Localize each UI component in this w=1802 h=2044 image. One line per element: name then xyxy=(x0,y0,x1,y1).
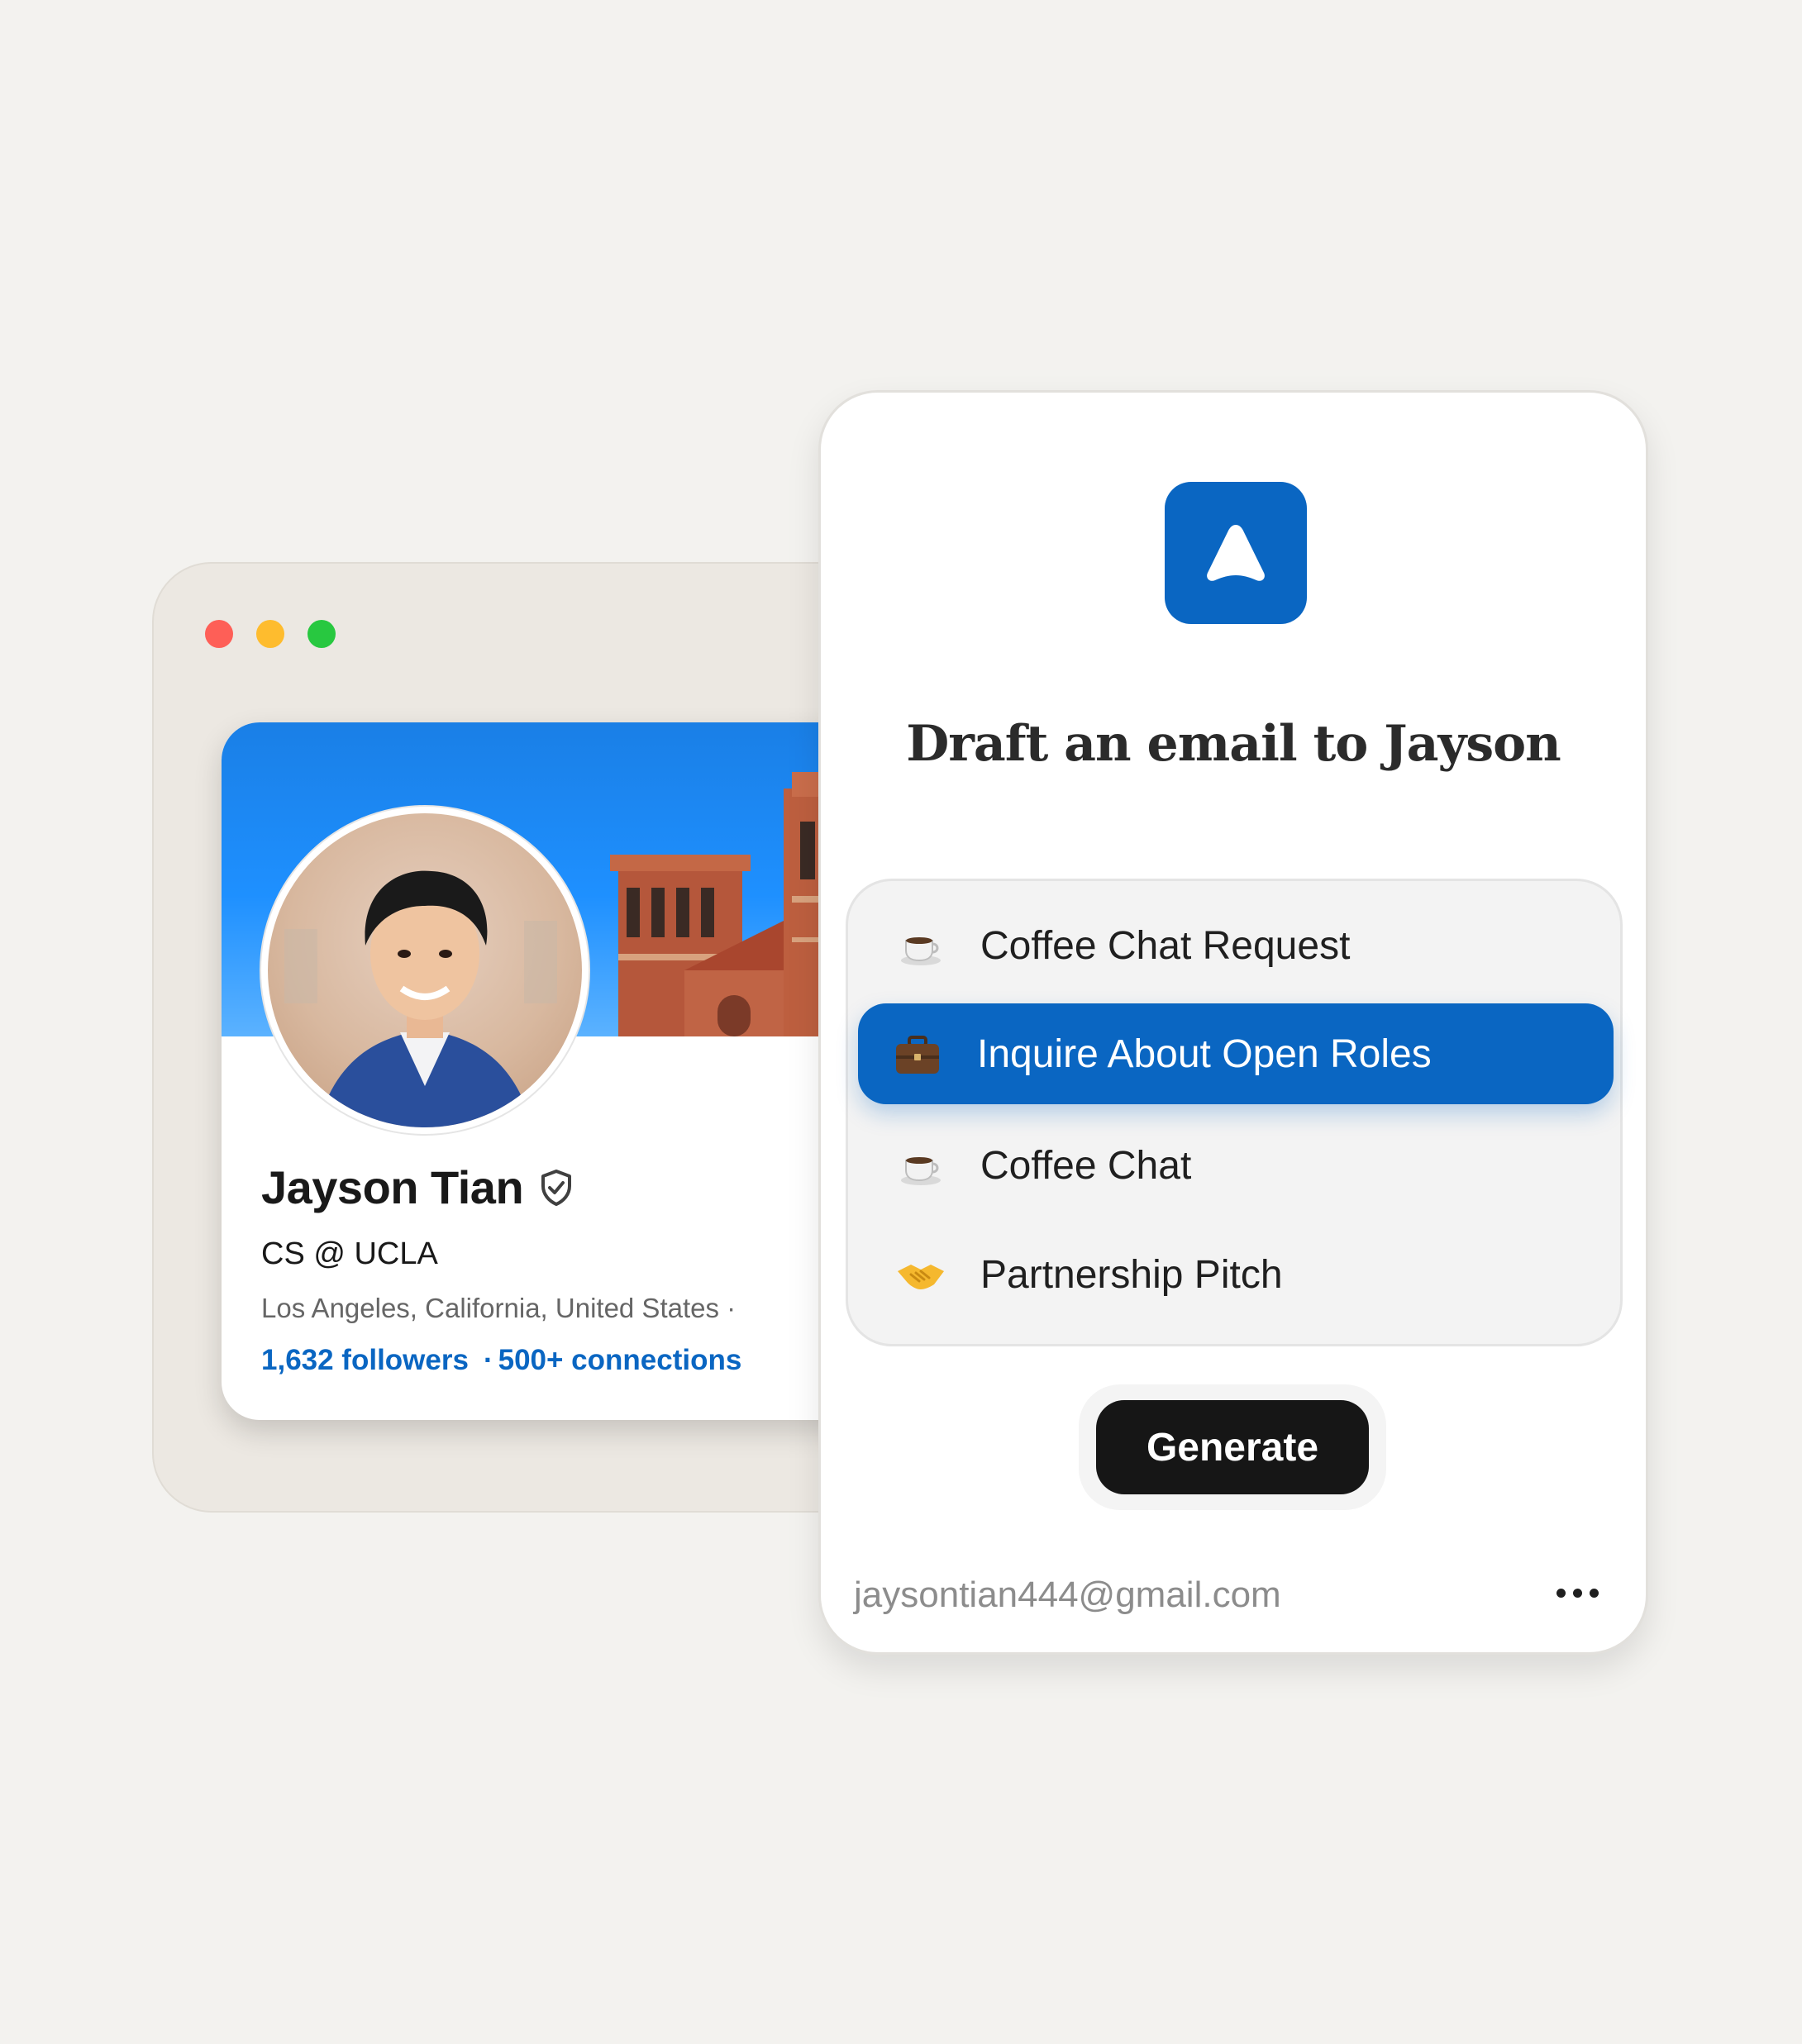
template-option-inquire-open-roles[interactable]: Inquire About Open Roles xyxy=(858,1003,1614,1104)
minimize-window-button[interactable] xyxy=(256,620,284,648)
maximize-window-button[interactable] xyxy=(307,620,336,648)
ellipsis-icon[interactable] xyxy=(1548,1576,1606,1609)
profile-name: Jayson Tian xyxy=(261,1161,524,1213)
template-label: Partnership Pitch xyxy=(980,1252,1283,1297)
connections-link[interactable]: 500+ connections xyxy=(498,1344,742,1377)
briefcase-icon xyxy=(893,1029,942,1079)
coffee-icon xyxy=(896,921,946,970)
close-window-button[interactable] xyxy=(205,620,233,648)
template-label: Coffee Chat Request xyxy=(980,923,1351,968)
profile-headline: CS @ UCLA xyxy=(261,1236,438,1271)
email-draft-popup: Draft an email to Jayson Coffee Chat Req… xyxy=(818,390,1648,1655)
template-label: Coffee Chat xyxy=(980,1143,1192,1188)
stats-separator: · xyxy=(483,1344,493,1376)
followers-link[interactable]: 1,632 followers xyxy=(261,1344,469,1377)
handshake-icon xyxy=(896,1250,946,1299)
shield-check-icon xyxy=(536,1168,576,1208)
popup-title: Draft an email to Jayson xyxy=(906,715,1561,773)
template-option-coffee-chat[interactable]: Coffee Chat xyxy=(848,1116,1620,1215)
template-option-partnership-pitch[interactable]: Partnership Pitch xyxy=(848,1225,1620,1324)
generate-button[interactable]: Generate xyxy=(1096,1400,1369,1494)
generate-button-container: Generate xyxy=(1079,1384,1386,1510)
coffee-icon xyxy=(896,1141,946,1190)
profile-avatar[interactable] xyxy=(261,807,589,1134)
triangle-arrow-icon xyxy=(1165,482,1307,624)
profile-stats: 1,632 followers · 500+ connections xyxy=(261,1344,741,1377)
profile-location: Los Angeles, California, United States · xyxy=(261,1293,737,1323)
window-controls xyxy=(205,620,336,648)
account-email: jaysontian444@gmail.com xyxy=(854,1575,1281,1615)
template-list: Coffee Chat Request Inquire About Open R… xyxy=(846,879,1623,1346)
profile-name-row: Jayson Tian xyxy=(261,1160,576,1214)
template-option-coffee-chat-request[interactable]: Coffee Chat Request xyxy=(848,896,1620,995)
template-label: Inquire About Open Roles xyxy=(977,1032,1432,1076)
